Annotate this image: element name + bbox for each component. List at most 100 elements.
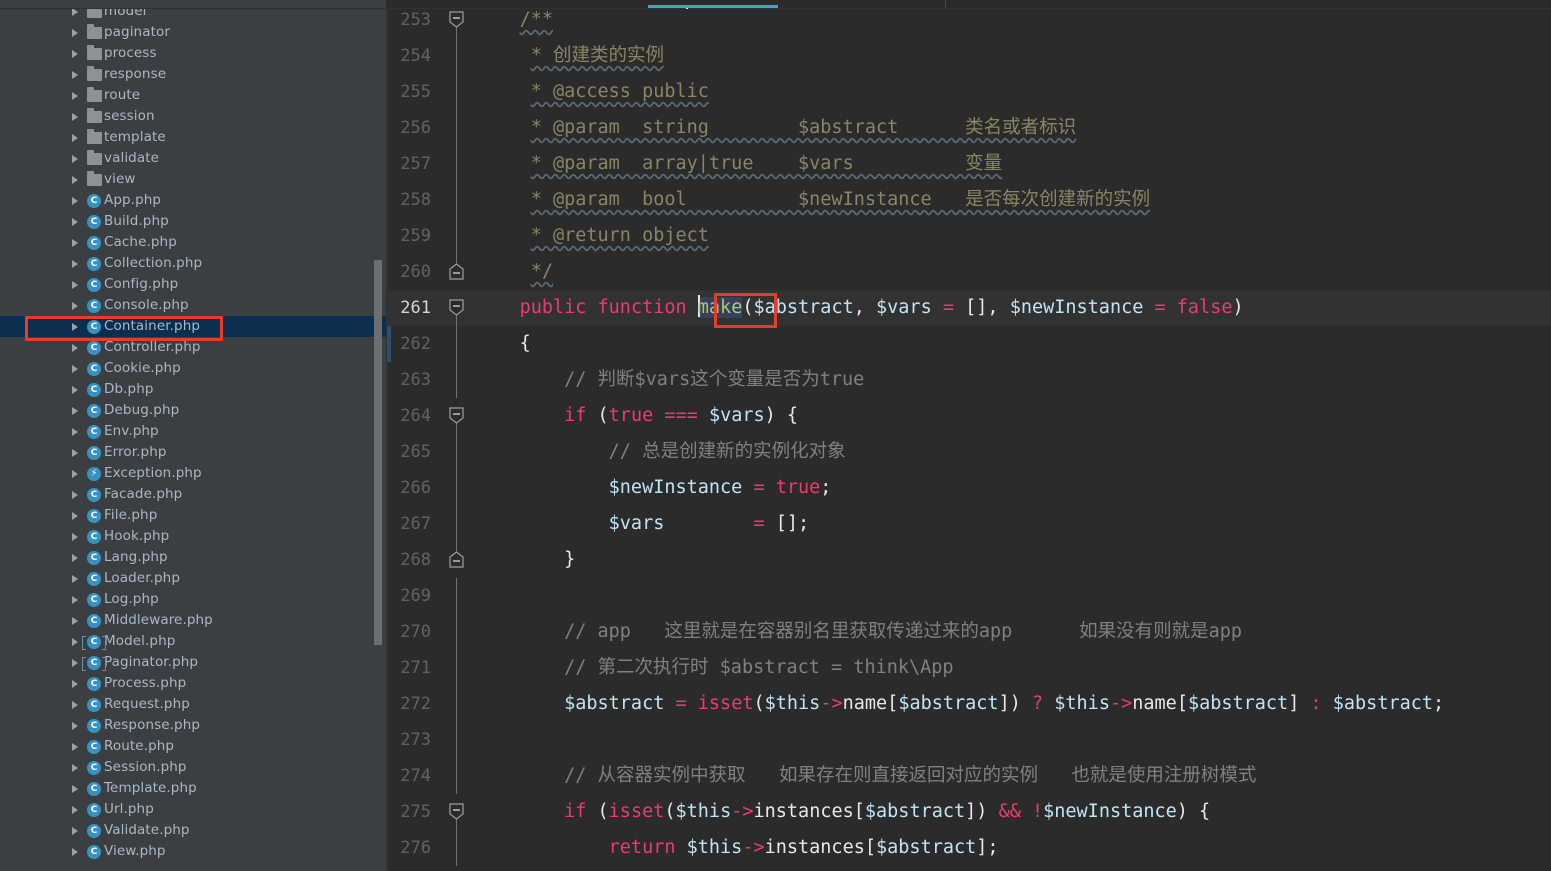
- selected-token-make[interactable]: make: [697, 295, 743, 318]
- fold-gutter[interactable]: [439, 578, 475, 614]
- tree-item-lang-php[interactable]: C Lang.php: [0, 547, 386, 568]
- tree-item-db-php[interactable]: C Db.php: [0, 379, 386, 400]
- chevron-right-icon[interactable]: [70, 526, 84, 547]
- code-text[interactable]: * @param bool $newInstance 是否每次创建新的实例: [475, 182, 1551, 218]
- fold-gutter[interactable]: [439, 542, 475, 578]
- code-text[interactable]: /**: [475, 9, 1551, 38]
- tree-item-exception-php[interactable]: ⚡ Exception.php: [0, 463, 386, 484]
- chevron-right-icon[interactable]: [70, 673, 84, 694]
- fold-gutter[interactable]: [439, 362, 475, 398]
- chevron-right-icon[interactable]: [70, 505, 84, 526]
- tree-item-model[interactable]: model: [0, 9, 386, 22]
- code-line-270[interactable]: 270 // app 这里就是在容器别名里获取传递过来的app 如果没有则就是a…: [387, 614, 1551, 650]
- code-line-271[interactable]: 271 // 第二次执行时 $abstract = think\App: [387, 650, 1551, 686]
- fold-gutter[interactable]: [439, 398, 475, 434]
- project-tree[interactable]: model paginator process response route sessio…: [0, 9, 386, 862]
- chevron-right-icon[interactable]: [70, 610, 84, 631]
- chevron-right-icon[interactable]: [70, 379, 84, 400]
- code-text[interactable]: $newInstance = true;: [475, 470, 1551, 506]
- tree-item-process-php[interactable]: C Process.php: [0, 673, 386, 694]
- chevron-right-icon[interactable]: [70, 64, 84, 85]
- tree-item-template[interactable]: template: [0, 127, 386, 148]
- tree-item-paginator[interactable]: paginator: [0, 22, 386, 43]
- code-line-265[interactable]: 265 // 总是创建新的实例化对象: [387, 434, 1551, 470]
- code-line-260[interactable]: 260 */: [387, 254, 1551, 290]
- chevron-right-icon[interactable]: [70, 295, 84, 316]
- fold-gutter[interactable]: [439, 470, 475, 506]
- code-text[interactable]: * @param array|true $vars 变量: [475, 146, 1551, 182]
- chevron-right-icon[interactable]: [70, 316, 84, 337]
- tree-item-container-php[interactable]: C Container.php: [0, 316, 386, 337]
- chevron-right-icon[interactable]: [70, 463, 84, 484]
- tree-item-session-php[interactable]: C Session.php: [0, 757, 386, 778]
- code-line-263[interactable]: 263 // 判断$vars这个变量是否为true: [387, 362, 1551, 398]
- fold-gutter[interactable]: [439, 110, 475, 146]
- chevron-right-icon[interactable]: [70, 9, 84, 22]
- code-text[interactable]: * @access public: [475, 74, 1551, 110]
- tree-item-validate-php[interactable]: C Validate.php: [0, 820, 386, 841]
- tree-item-controller-php[interactable]: C Controller.php: [0, 337, 386, 358]
- tree-item-url-php[interactable]: C Url.php: [0, 799, 386, 820]
- code-line-269[interactable]: 269: [387, 578, 1551, 614]
- code-line-262[interactable]: 262 {: [387, 326, 1551, 362]
- chevron-right-icon[interactable]: [70, 85, 84, 106]
- chevron-right-icon[interactable]: [70, 274, 84, 295]
- fold-gutter[interactable]: [439, 758, 475, 794]
- chevron-right-icon[interactable]: [70, 694, 84, 715]
- code-line-257[interactable]: 257 * @param array|true $vars 变量: [387, 146, 1551, 182]
- code-line-255[interactable]: 255 * @access public: [387, 74, 1551, 110]
- fold-gutter[interactable]: [439, 830, 475, 866]
- code-line-267[interactable]: 267 $vars = [];: [387, 506, 1551, 542]
- code-line-274[interactable]: 274 // 从容器实例中获取 如果存在则直接返回对应的实例 也就是使用注册树模…: [387, 758, 1551, 794]
- tree-item-hook-php[interactable]: C Hook.php: [0, 526, 386, 547]
- tree-item-cookie-php[interactable]: C Cookie.php: [0, 358, 386, 379]
- chevron-right-icon[interactable]: [70, 211, 84, 232]
- chevron-right-icon[interactable]: [70, 589, 84, 610]
- fold-gutter[interactable]: [439, 290, 475, 326]
- code-text[interactable]: // 总是创建新的实例化对象: [475, 434, 1551, 470]
- tree-item-view[interactable]: view: [0, 169, 386, 190]
- fold-collapse-icon[interactable]: [449, 299, 464, 316]
- sidebar-scrollbar-thumb[interactable]: [374, 260, 382, 645]
- fold-gutter[interactable]: [439, 326, 475, 362]
- tree-item-console-php[interactable]: C Console.php: [0, 295, 386, 316]
- tree-item-validate[interactable]: validate: [0, 148, 386, 169]
- fold-gutter[interactable]: [439, 434, 475, 470]
- fold-collapse-icon[interactable]: [449, 407, 464, 424]
- tree-item-loader-php[interactable]: C Loader.php: [0, 568, 386, 589]
- code-line-261[interactable]: 261 public function make($abstract, $var…: [387, 290, 1551, 326]
- tree-item-view-php[interactable]: C View.php: [0, 841, 386, 862]
- code-text[interactable]: * @return object: [475, 218, 1551, 254]
- tree-item-session[interactable]: session: [0, 106, 386, 127]
- tree-item-template-php[interactable]: C Template.php: [0, 778, 386, 799]
- tree-item-env-php[interactable]: C Env.php: [0, 421, 386, 442]
- tree-item-config-php[interactable]: C Config.php: [0, 274, 386, 295]
- chevron-right-icon[interactable]: [70, 421, 84, 442]
- code-line-275[interactable]: 275 if (isset($this->instances[$abstract…: [387, 794, 1551, 830]
- code-line-264[interactable]: 264 if (true === $vars) {: [387, 398, 1551, 434]
- code-text[interactable]: * @param string $abstract 类名或者标识: [475, 110, 1551, 146]
- chevron-right-icon[interactable]: [70, 148, 84, 169]
- chevron-right-icon[interactable]: [70, 820, 84, 841]
- code-text[interactable]: // 从容器实例中获取 如果存在则直接返回对应的实例 也就是使用注册树模式: [475, 758, 1551, 794]
- fold-gutter[interactable]: [439, 254, 475, 290]
- chevron-right-icon[interactable]: [70, 757, 84, 778]
- tree-item-route-php[interactable]: C Route.php: [0, 736, 386, 757]
- tree-item-collection-php[interactable]: C Collection.php: [0, 253, 386, 274]
- fold-gutter[interactable]: [439, 9, 475, 38]
- fold-gutter[interactable]: [439, 686, 475, 722]
- code-text[interactable]: // app 这里就是在容器别名里获取传递过来的app 如果没有则就是app: [475, 614, 1551, 650]
- tab-inactive-1[interactable]: [386, 0, 686, 8]
- chevron-right-icon[interactable]: [70, 442, 84, 463]
- fold-gutter[interactable]: [439, 182, 475, 218]
- tree-item-paginator-php[interactable]: C Paginator.php: [0, 652, 386, 673]
- code-lines[interactable]: 253 /** 254 * 创建类的实例 255 * @access public 2…: [387, 9, 1551, 866]
- code-text[interactable]: }: [475, 542, 1551, 578]
- tree-item-file-php[interactable]: C File.php: [0, 505, 386, 526]
- code-text[interactable]: {: [475, 326, 1551, 362]
- code-text[interactable]: public function make($abstract, $vars = …: [475, 290, 1551, 326]
- tree-item-error-php[interactable]: C Error.php: [0, 442, 386, 463]
- chevron-right-icon[interactable]: [70, 715, 84, 736]
- chevron-right-icon[interactable]: [70, 190, 84, 211]
- project-tool-window[interactable]: model paginator process response route sessio…: [0, 9, 386, 871]
